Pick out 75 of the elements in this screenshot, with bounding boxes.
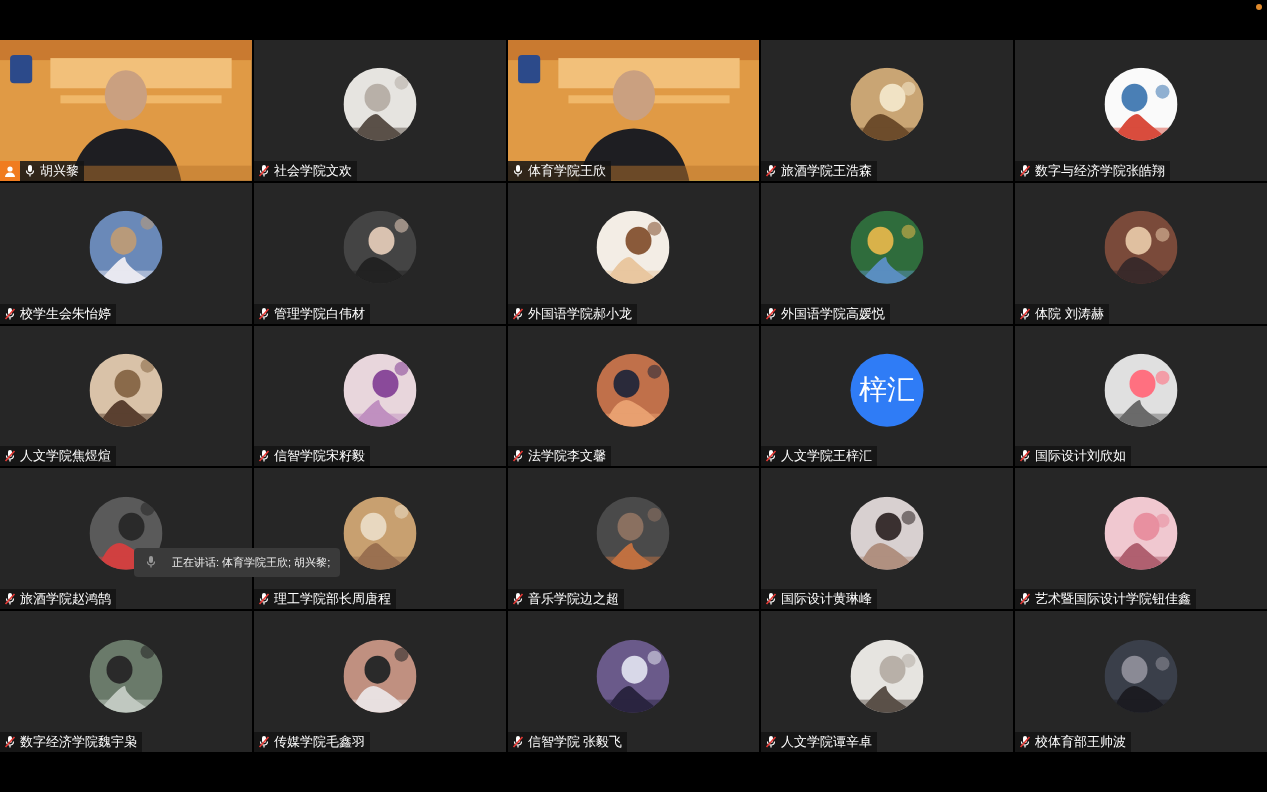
video-tile[interactable]: 数字与经济学院张皓翔 — [1015, 40, 1267, 181]
mic-icon — [144, 555, 158, 570]
muted-mic-icon[interactable] — [510, 592, 525, 607]
video-tile[interactable]: 信智学院 张毅飞 — [507, 611, 760, 752]
video-tile[interactable]: 人文学院焦煜煊 — [0, 325, 252, 467]
video-tile[interactable]: 音乐学院边之超 — [507, 468, 760, 610]
muted-mic-icon[interactable] — [764, 592, 779, 607]
avatar-initials: 梓汇 — [850, 353, 924, 427]
participant-name: 校学生会朱怡婷 — [20, 305, 111, 322]
muted-mic-icon[interactable] — [764, 449, 779, 464]
video-tile[interactable]: 传媒学院毛鑫羽 — [253, 611, 506, 752]
participant-name: 法学院李文馨 — [527, 448, 606, 465]
muted-mic-icon[interactable] — [764, 163, 779, 178]
participant-name: 国际设计黄琳峰 — [781, 591, 873, 608]
video-tile[interactable]: 体育学院王欣 — [507, 40, 760, 181]
video-tile[interactable]: 社会学院文欢 — [253, 40, 506, 181]
participant-name: 国际设计刘欣如 — [1035, 448, 1127, 465]
muted-mic-icon[interactable] — [256, 306, 271, 321]
muted-mic-icon[interactable] — [764, 306, 779, 321]
video-tile[interactable]: 胡兴黎 — [0, 40, 252, 181]
participant-name: 体育学院王欣 — [527, 162, 606, 179]
video-tile[interactable]: 国际设计刘欣如 — [1015, 325, 1267, 467]
participant-name: 理工学院部长周唐程 — [273, 591, 391, 608]
video-tile[interactable]: 旅酒学院王浩森 — [761, 40, 1014, 181]
participant-name: 音乐学院边之超 — [527, 591, 619, 608]
muted-mic-icon[interactable] — [256, 592, 271, 607]
muted-mic-icon[interactable] — [3, 306, 17, 321]
muted-mic-icon[interactable] — [1018, 449, 1033, 464]
participant-name: 数字经济学院魏宇枭 — [20, 734, 137, 750]
participant-name: 人文学院焦煜煊 — [20, 448, 111, 465]
muted-mic-icon[interactable] — [256, 735, 271, 749]
video-tile[interactable]: 外国语学院郝小龙 — [507, 182, 760, 324]
muted-mic-icon[interactable] — [3, 592, 17, 607]
video-tile[interactable]: 法学院李文馨 — [507, 325, 760, 467]
participant-name: 社会学院文欢 — [273, 162, 352, 179]
video-tile[interactable]: 艺术暨国际设计学院钮佳鑫 — [1015, 468, 1267, 610]
video-tile[interactable]: 校体育部王帅波 — [1015, 611, 1267, 752]
participant-name: 艺术暨国际设计学院钮佳鑫 — [1035, 591, 1192, 608]
video-tile[interactable]: 梓汇 人文学院王梓汇 — [761, 325, 1014, 467]
video-tile[interactable]: 国际设计黄琳峰 — [761, 468, 1014, 610]
muted-mic-icon[interactable] — [764, 735, 779, 749]
muted-mic-icon[interactable] — [510, 735, 525, 749]
participant-name: 数字与经济学院张皓翔 — [1035, 162, 1166, 179]
participant-name: 外国语学院郝小龙 — [527, 305, 632, 322]
muted-mic-icon[interactable] — [3, 449, 17, 464]
participant-name: 传媒学院毛鑫羽 — [273, 734, 365, 750]
muted-mic-icon[interactable] — [256, 449, 271, 464]
participant-name: 旅酒学院王浩森 — [781, 162, 873, 179]
participant-name: 人文学院王梓汇 — [781, 448, 873, 465]
participant-name: 信智学院 张毅飞 — [527, 734, 623, 750]
participant-name: 胡兴黎 — [40, 162, 79, 179]
muted-mic-icon[interactable] — [1018, 306, 1033, 321]
participant-name: 体院 刘涛赫 — [1035, 305, 1104, 322]
muted-mic-icon[interactable] — [510, 449, 525, 464]
video-tile[interactable]: 体院 刘涛赫 — [1015, 182, 1267, 324]
video-tile[interactable]: 信智学院宋籽毅 — [253, 325, 506, 467]
muted-mic-icon[interactable] — [1018, 592, 1033, 607]
participant-name: 人文学院谭辛卓 — [781, 734, 873, 750]
mic-icon[interactable] — [23, 163, 37, 178]
muted-mic-icon[interactable] — [1018, 735, 1033, 749]
video-tile[interactable]: 数字经济学院魏宇枭 — [0, 611, 252, 752]
muted-mic-icon[interactable] — [256, 163, 271, 178]
muted-mic-icon[interactable] — [3, 735, 17, 749]
video-tile[interactable]: 校学生会朱怡婷 — [0, 182, 252, 324]
participant-name: 外国语学院高媛悦 — [781, 305, 886, 322]
participant-name: 管理学院白伟材 — [273, 305, 365, 322]
video-tile[interactable]: 管理学院白伟材 — [253, 182, 506, 324]
participant-name: 信智学院宋籽毅 — [273, 448, 365, 465]
video-tile[interactable]: 人文学院谭辛卓 — [761, 611, 1014, 752]
participant-name: 旅酒学院赵鸿鹄 — [20, 591, 111, 608]
video-tile[interactable]: 外国语学院高媛悦 — [761, 182, 1014, 324]
muted-mic-icon[interactable] — [510, 306, 525, 321]
participant-name: 校体育部王帅波 — [1035, 734, 1127, 750]
recording-dot-icon — [1256, 4, 1262, 10]
muted-mic-icon[interactable] — [1018, 163, 1033, 178]
